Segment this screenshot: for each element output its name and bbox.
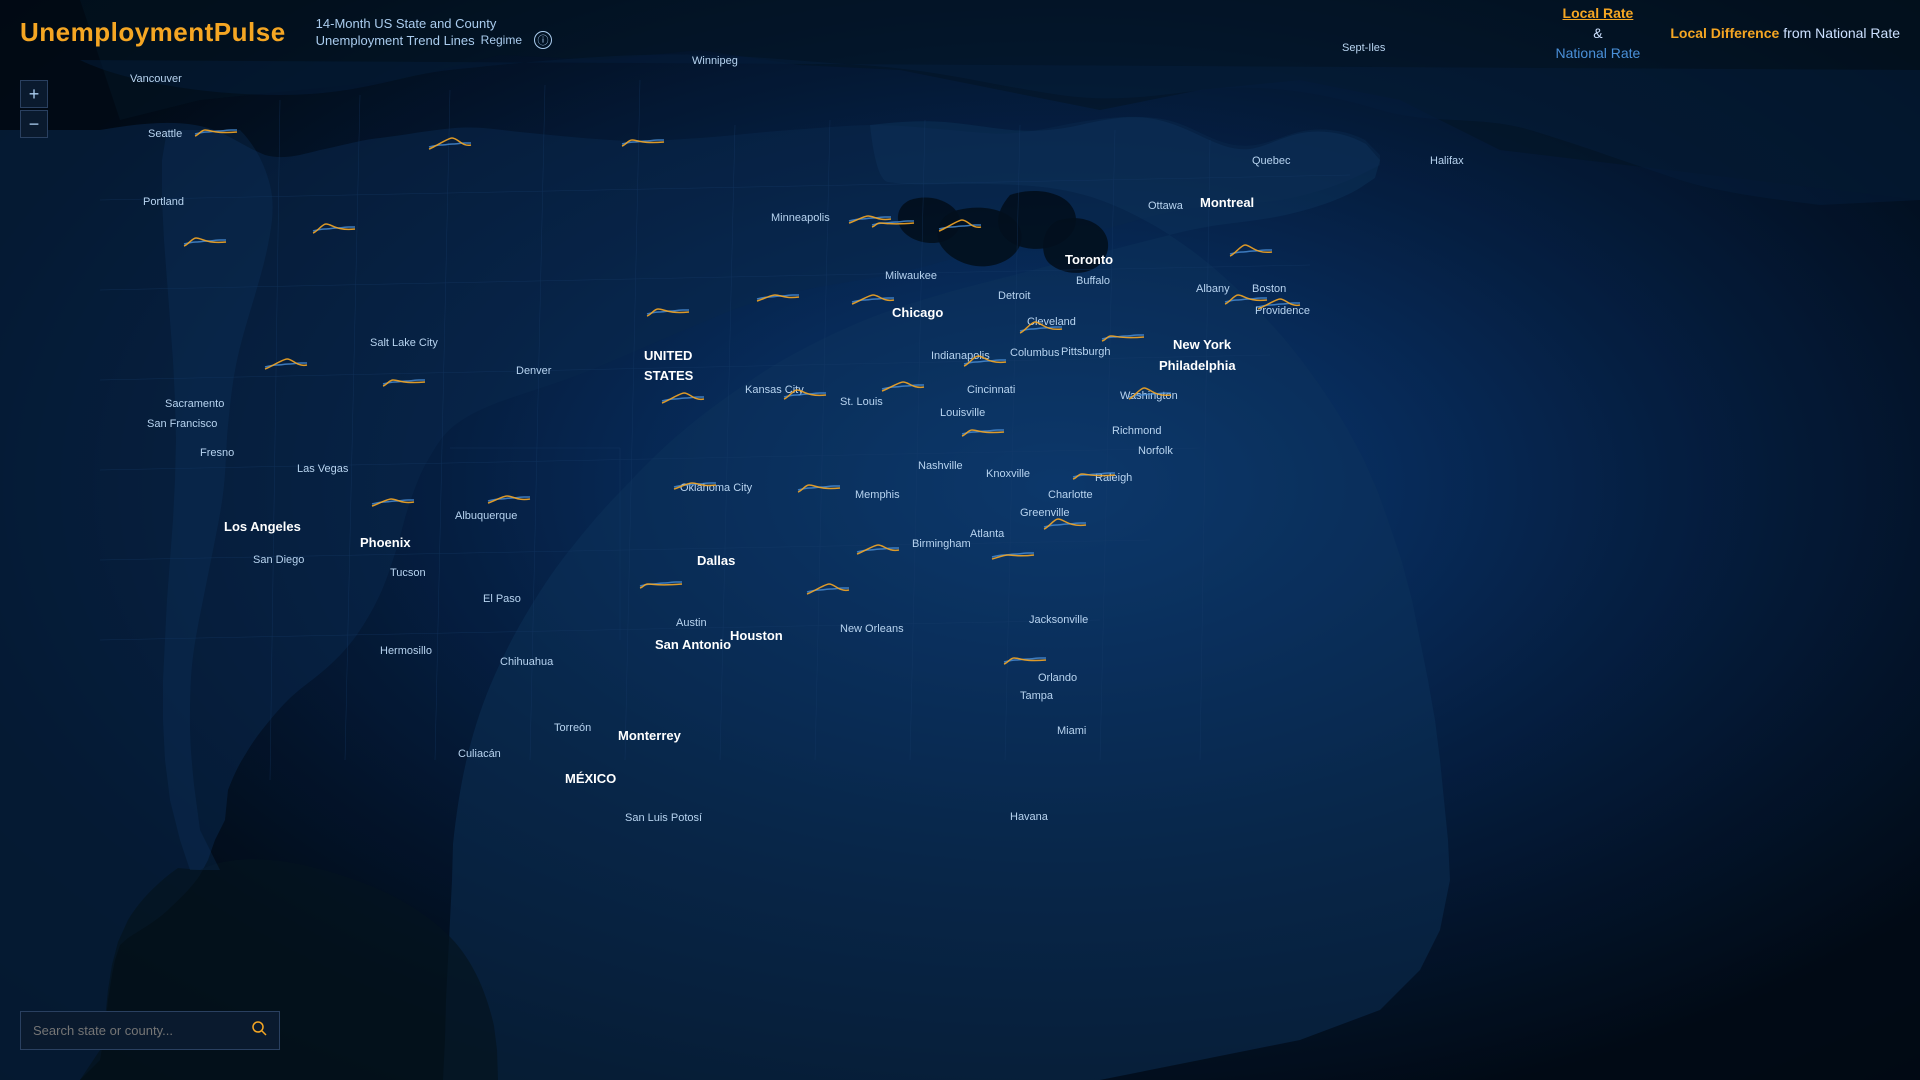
zoom-out-button[interactable]: − — [20, 110, 48, 138]
sparkline-sp-salt-lake — [263, 353, 309, 375]
sparkline-sp-nd — [620, 130, 666, 152]
sparkline-sp-la — [880, 375, 926, 397]
sparkline-sp-sc — [1042, 513, 1088, 535]
sparkline-sp-ny — [1228, 240, 1274, 262]
map-svg — [0, 0, 1920, 1080]
sparkline-sp-mi — [962, 350, 1008, 372]
legend-area: Local Rate & National Rate Local Differe… — [1556, 5, 1900, 61]
sparkline-sp-ar — [796, 476, 842, 498]
sparkline-sp-wi — [870, 211, 916, 233]
sparkline-sp-pa — [1100, 325, 1146, 347]
sparkline-sp-tx-e — [805, 578, 851, 600]
legend-local-national: Local Rate & National Rate — [1556, 5, 1641, 61]
sparkline-sp-az — [370, 490, 416, 512]
sparkline-sp-co — [381, 370, 427, 392]
sparkline-sp-seattle — [193, 120, 239, 142]
regime-label: Regime — [481, 33, 522, 47]
sparkline-sp-mi-upper — [937, 215, 983, 237]
sparkline-sp-il — [782, 383, 828, 405]
sparkline-sp-ia — [755, 285, 801, 307]
zoom-in-button[interactable]: + — [20, 80, 48, 108]
info-icon[interactable]: ⓘ — [534, 31, 552, 49]
sparkline-sp-va — [1127, 383, 1173, 405]
sparkline-sp-al — [855, 538, 901, 560]
sparkline-sp-ma — [1256, 293, 1302, 315]
sparkline-sp-nc — [1071, 463, 1117, 485]
legend-local-rate-text[interactable]: Local Rate — [1563, 5, 1634, 21]
sparkline-sp-ga — [990, 543, 1036, 565]
legend-diff: Local Difference from National Rate — [1670, 25, 1900, 41]
search-input[interactable] — [33, 1023, 251, 1038]
sparkline-sp-ne — [645, 300, 691, 322]
sparkline-sp-oh — [1018, 317, 1064, 339]
subtitle-area: 14-Month US State and County Unemploymen… — [316, 16, 552, 49]
sparkline-sp-idaho — [311, 217, 357, 239]
search-icon[interactable] — [251, 1020, 267, 1041]
search-box — [20, 1011, 280, 1050]
sparkline-sp-ks — [660, 387, 706, 409]
subtitle-line1: 14-Month US State and County — [316, 16, 552, 31]
search-container — [20, 1011, 280, 1050]
header: UnemploymentPulse 14-Month US State and … — [0, 0, 1920, 65]
legend-national-rate-text[interactable]: National Rate — [1556, 45, 1641, 61]
legend-and-text: & — [1593, 25, 1602, 41]
zoom-controls: + − — [20, 80, 48, 138]
legend-from-national-text: from National Rate — [1783, 25, 1900, 41]
subtitle-line2: Unemployment Trend Lines — [316, 33, 475, 48]
sparkline-sp-nm — [486, 487, 532, 509]
sparkline-sp-mn2 — [850, 288, 896, 310]
sparkline-sp-tx-w — [638, 572, 684, 594]
app-title: UnemploymentPulse — [20, 17, 286, 48]
legend-local-diff-text[interactable]: Local Difference — [1670, 25, 1779, 41]
sparkline-sp-montana1 — [427, 133, 473, 155]
sparkline-sp-ok — [672, 473, 718, 495]
sparkline-sp-portland — [182, 230, 228, 252]
sparkline-sp-tn — [960, 420, 1006, 442]
sparkline-sp-fl — [1002, 648, 1048, 670]
map-container: VancouverSeattlePortlandSacramentoSan Fr… — [0, 0, 1920, 1080]
